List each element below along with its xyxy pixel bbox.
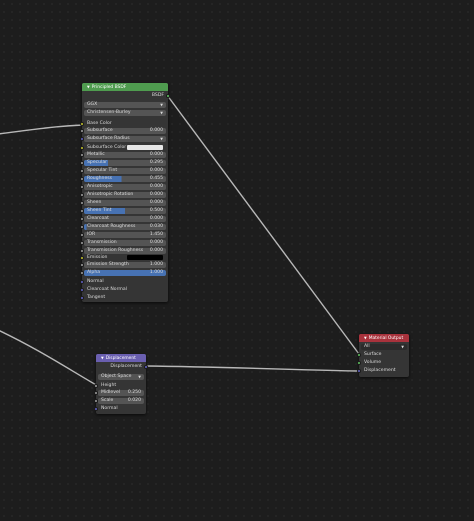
subsurface-radius-socket[interactable] [80,137,84,141]
socket-metallic[interactable] [80,153,84,157]
collapse-chevron-icon[interactable]: ▼ [87,85,90,89]
chevron-down-icon: ▼ [160,137,163,141]
socket-transmission[interactable] [80,241,84,245]
slider-metallic[interactable]: Metallic 0.000 [84,152,166,158]
subsurface-method-dropdown[interactable]: Christensen-Burley ▼ [84,110,166,116]
displacement-node[interactable]: ▼ Displacement Displacement Object Space ▼… [94,354,148,414]
socket-sheen[interactable] [80,201,84,205]
clearcoat-normal-input-label: Clearcoat Normal [87,287,127,292]
socket-specular-tint[interactable] [80,169,84,173]
material-output-title: Material Output [368,336,404,341]
subsurface-color-socket[interactable] [80,145,84,150]
surface-socket[interactable] [357,352,361,357]
slider-anisotropic[interactable]: Anisotropic 0.000 [84,184,166,190]
emission-row[interactable]: Emission [84,254,166,261]
socket-anisotropic-rotation[interactable] [80,193,84,197]
midlevel-socket[interactable] [94,391,98,395]
emission-strength-socket[interactable] [80,263,84,267]
socket-clearcoat[interactable] [80,217,84,221]
displacement-input-label: Displacement [364,368,396,373]
bsdf-output-socket[interactable] [166,93,170,98]
alpha-socket[interactable] [80,271,84,275]
volume-input-label: Volume [364,360,382,365]
subsurface-color-row[interactable]: Subsurface Color [84,144,166,151]
displacement-title: Displacement [105,356,136,361]
bsdf-output-label: BSDF [151,93,164,98]
slider-specular[interactable]: Specular 0.295 [84,160,166,166]
emission-socket[interactable] [80,255,84,260]
node-links [0,94,360,387]
principled-bsdf-header[interactable]: ▼ Principled BSDF [82,83,168,91]
link-base-color [0,124,85,135]
height-socket[interactable] [94,383,98,388]
displacement-output-socket[interactable] [144,364,148,369]
slider-transmission[interactable]: Transmission 0.000 [84,240,166,246]
displacement-input-socket[interactable] [357,368,361,373]
slider-anisotropic-rotation[interactable]: Anisotropic Rotation 0.000 [84,192,166,198]
link-bsdf-to-surface [166,94,360,355]
base-color-input-label: Base Color [87,121,112,126]
distribution-dropdown[interactable]: GGX ▼ [84,102,166,108]
displacement-header[interactable]: ▼ Displacement [96,354,146,362]
slider-sheen[interactable]: Sheen 0.000 [84,200,166,206]
displacement-normal-label: Normal [101,406,118,411]
socket-transmission-roughness[interactable] [80,249,84,253]
socket-roughness[interactable] [80,177,84,181]
socket-specular[interactable] [80,161,84,165]
link-displacement-to-output [145,365,360,372]
volume-socket[interactable] [357,360,361,365]
slider-roughness[interactable]: Roughness 0.455 [84,176,166,182]
subsurface-field[interactable]: Subsurface 0.000 [84,128,166,134]
subsurface-radius-dropdown[interactable]: Subsurface Radius ▼ [84,136,166,142]
subsurface-socket[interactable] [80,129,84,133]
slider-specular-tint[interactable]: Specular Tint 0.000 [84,168,166,174]
output-target-dropdown[interactable]: All ▼ [361,344,407,350]
base-color-socket[interactable] [80,121,84,126]
subsurface-color-swatch[interactable] [127,145,163,150]
midlevel-field[interactable]: Midlevel 0.250 [98,390,144,396]
principled-bsdf-title: Principled BSDF [91,85,127,90]
displacement-output-label: Displacement [110,364,142,369]
emission-strength-field[interactable]: Emission Strength 1.000 [84,262,166,268]
tangent-input-label: Tangent [87,295,106,300]
slider-sheen-tint[interactable]: Sheen Tint 0.500 [84,208,166,214]
link-height [0,330,99,387]
slider-ior[interactable]: IOR 1.450 [84,232,166,238]
chevron-down-icon: ▼ [160,103,163,107]
normal-socket[interactable] [80,279,84,284]
socket-ior[interactable] [80,233,84,237]
slider-clearcoat[interactable]: Clearcoat 0.000 [84,216,166,222]
socket-anisotropic[interactable] [80,185,84,189]
slider-clearcoat-roughness[interactable]: Clearcoat Roughness 0.030 [84,224,166,230]
tangent-socket[interactable] [80,295,84,300]
collapse-chevron-icon[interactable]: ▼ [364,336,367,340]
socket-clearcoat-roughness[interactable] [80,225,84,229]
scale-field[interactable]: Scale 0.020 [98,398,144,404]
chevron-down-icon: ▼ [160,111,163,115]
alpha-field[interactable]: Alpha 1.000 [84,270,166,276]
socket-sheen-tint[interactable] [80,209,84,213]
normal-input-label: Normal [87,279,104,284]
clearcoat-normal-socket[interactable] [80,287,84,292]
chevron-down-icon: ▼ [138,375,141,379]
space-dropdown[interactable]: Object Space ▼ [98,374,144,380]
material-output-header[interactable]: ▼ Material Output [359,334,409,342]
displacement-normal-socket[interactable] [94,406,98,411]
principled-bsdf-node[interactable]: ▼ Principled BSDF BSDF GGX ▼ Christensen-B… [80,83,170,302]
height-input-label: Height [101,383,117,388]
chevron-down-icon: ▼ [401,345,404,349]
material-output-node[interactable]: ▼ Material Output All ▼ Surface Volume Dis… [357,334,409,377]
emission-color-swatch[interactable] [127,255,163,260]
scale-socket[interactable] [94,399,98,403]
collapse-chevron-icon[interactable]: ▼ [101,356,104,360]
surface-input-label: Surface [364,352,382,357]
